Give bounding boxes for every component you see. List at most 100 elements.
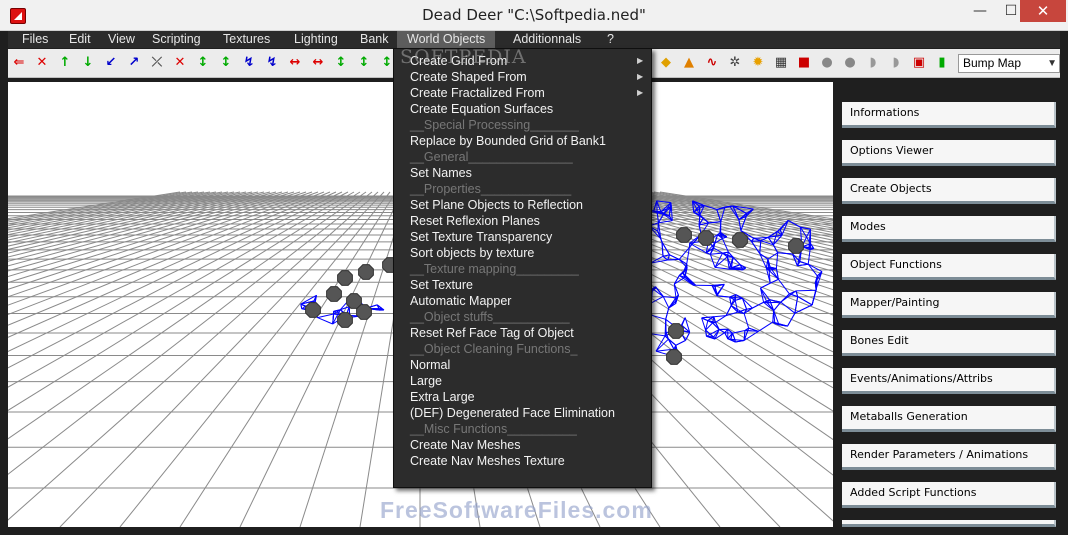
mesh-edge: [780, 301, 796, 314]
scale-y-icon[interactable]: ↕: [334, 55, 348, 70]
options-viewer-button[interactable]: Options Viewer: [842, 140, 1056, 166]
menu-help[interactable]: ?: [607, 31, 614, 48]
move-down-icon[interactable]: ↓: [81, 55, 95, 70]
rotate-y-icon[interactable]: ↕: [196, 55, 210, 70]
menu-item[interactable]: (DEF) Degenerated Face Elimination: [410, 405, 615, 421]
rotate-x2-icon[interactable]: ✕: [173, 55, 187, 70]
scale-x2-icon[interactable]: ↔: [311, 55, 325, 70]
menu-item[interactable]: Automatic Mapper: [410, 293, 511, 309]
menu-item[interactable]: Reset Ref Face Tag of Object: [410, 325, 574, 341]
menu-scripting[interactable]: Scripting: [152, 31, 201, 48]
watermark-freesoftwarefiles: FreeSoftwareFiles.com: [380, 497, 653, 523]
mesh-edge: [732, 332, 736, 340]
chevron-down-icon: ▼: [1047, 58, 1057, 69]
mesh-edge: [731, 264, 741, 269]
menu-item[interactable]: Replace by Bounded Grid of Bank1: [410, 133, 606, 149]
menu-item[interactable]: Create Nav Meshes Texture: [410, 453, 565, 469]
title-bar: Dead Deer "C:\Softpedia.ned" — ☐ ✕: [0, 0, 1068, 31]
blob-icon[interactable]: ◗: [866, 55, 880, 70]
bone-joint-icon[interactable]: [356, 304, 372, 320]
menu-item[interactable]: Set Texture Transparency: [410, 229, 552, 245]
mesh-edge: [714, 266, 730, 270]
scale-z-icon[interactable]: ↕: [380, 55, 394, 70]
menu-item[interactable]: Set Texture: [410, 277, 473, 293]
menu-textures[interactable]: Textures: [223, 31, 270, 48]
menu-item[interactable]: Create Fractalized From: [410, 85, 545, 101]
bones-edit-button[interactable]: Bones Edit: [842, 330, 1056, 356]
bone-joint-icon[interactable]: [326, 286, 342, 302]
bone-joint-icon[interactable]: [668, 323, 684, 339]
bone-joint-icon[interactable]: [337, 270, 353, 286]
menu-item[interactable]: Reset Reflexion Planes: [410, 213, 540, 229]
bone-joint-icon[interactable]: [732, 232, 748, 248]
menu-item[interactable]: Set Plane Objects to Reflection: [410, 197, 583, 213]
move-z2-icon[interactable]: ↗: [127, 55, 141, 70]
events-animations-button[interactable]: Events/Animations/Attribs: [842, 368, 1056, 394]
move-up-icon[interactable]: ↑: [58, 55, 72, 70]
grid-icon[interactable]: ▦: [774, 55, 788, 70]
bone-joint-icon[interactable]: [305, 302, 321, 318]
menu-files[interactable]: Files: [22, 31, 48, 48]
bone-joint-icon[interactable]: [788, 238, 804, 254]
menu-separator: __General_______________: [410, 150, 573, 164]
create-objects-button[interactable]: Create Objects: [842, 178, 1056, 204]
menu-item[interactable]: Create Shaped From: [410, 69, 527, 85]
move-left-icon[interactable]: ⇐: [12, 55, 26, 70]
bone-joint-icon[interactable]: [676, 227, 692, 243]
modes-button[interactable]: Modes: [842, 216, 1056, 242]
rotate-y2-icon[interactable]: ↕: [219, 55, 233, 70]
bump-map-value: Bump Map: [963, 56, 1022, 70]
menu-edit[interactable]: Edit: [69, 31, 91, 48]
menu-separator: __Texture mapping_________: [410, 262, 579, 276]
mapper-painting-button[interactable]: Mapper/Painting: [842, 292, 1056, 318]
mesh-edge: [656, 200, 658, 213]
more-button[interactable]: [842, 520, 1056, 527]
menu-view[interactable]: View: [108, 31, 135, 48]
object-functions-button[interactable]: Object Functions: [842, 254, 1056, 280]
menu-item[interactable]: Set Names: [410, 165, 472, 181]
bone-joint-icon[interactable]: [358, 264, 374, 280]
world-objects-menu: Create Grid From ▶ Create Shaped From ▶ Crea…: [393, 48, 652, 488]
rotate-z2-icon[interactable]: ↯: [265, 55, 279, 70]
informations-button[interactable]: Informations: [842, 102, 1056, 128]
window-title: Dead Deer "C:\Softpedia.ned": [422, 6, 646, 24]
bone-joint-icon[interactable]: [698, 230, 714, 246]
blob2-icon[interactable]: ◗: [889, 55, 903, 70]
render-parameters-button[interactable]: Render Parameters / Animations: [842, 444, 1056, 470]
menu-item[interactable]: Normal: [410, 357, 450, 373]
warning-icon[interactable]: ▲: [682, 55, 696, 70]
puzzle-icon[interactable]: ●: [843, 55, 857, 70]
menu-separator: __Special Processing_______: [410, 118, 579, 132]
light-icon[interactable]: ◆: [659, 55, 673, 70]
menu-item[interactable]: Extra Large: [410, 389, 475, 405]
mesh-edge: [698, 205, 701, 216]
bone-joint-icon[interactable]: [666, 349, 682, 365]
menu-item[interactable]: Sort objects by texture: [410, 245, 534, 261]
rotate-z-icon[interactable]: ↯: [242, 55, 256, 70]
target-icon[interactable]: ▣: [912, 55, 926, 70]
submenu-arrow-icon: ▶: [637, 72, 644, 81]
metaballs-generation-button[interactable]: Metaballs Generation: [842, 406, 1056, 432]
bone-joint-icon[interactable]: [337, 312, 353, 328]
sparkle-icon[interactable]: ✲: [728, 55, 742, 70]
move-z-icon[interactable]: ↙: [104, 55, 118, 70]
menu-lighting[interactable]: Lighting: [294, 31, 338, 48]
paint-icon[interactable]: ▮: [935, 55, 949, 70]
mesh-edge: [751, 240, 761, 242]
menu-bank[interactable]: Bank: [360, 31, 389, 48]
shape-icon[interactable]: ●: [820, 55, 834, 70]
mesh-edge: [777, 252, 793, 255]
curve-icon[interactable]: ∿: [705, 55, 719, 70]
scale-x-icon[interactable]: ↔: [288, 55, 302, 70]
move-x-icon[interactable]: ✕: [35, 55, 49, 70]
cube-icon[interactable]: ■: [797, 55, 811, 70]
close-button[interactable]: ✕: [1020, 0, 1066, 22]
added-script-functions-button[interactable]: Added Script Functions: [842, 482, 1056, 508]
bump-map-select[interactable]: Bump Map ▼: [958, 54, 1060, 73]
menu-item[interactable]: Create Equation Surfaces: [410, 101, 553, 117]
menu-item[interactable]: Create Nav Meshes: [410, 437, 520, 453]
scale-y2-icon[interactable]: ↕: [357, 55, 371, 70]
burst-icon[interactable]: ✹: [751, 55, 765, 70]
rotate-x-icon[interactable]: ⤫: [150, 55, 164, 70]
menu-item[interactable]: Large: [410, 373, 442, 389]
